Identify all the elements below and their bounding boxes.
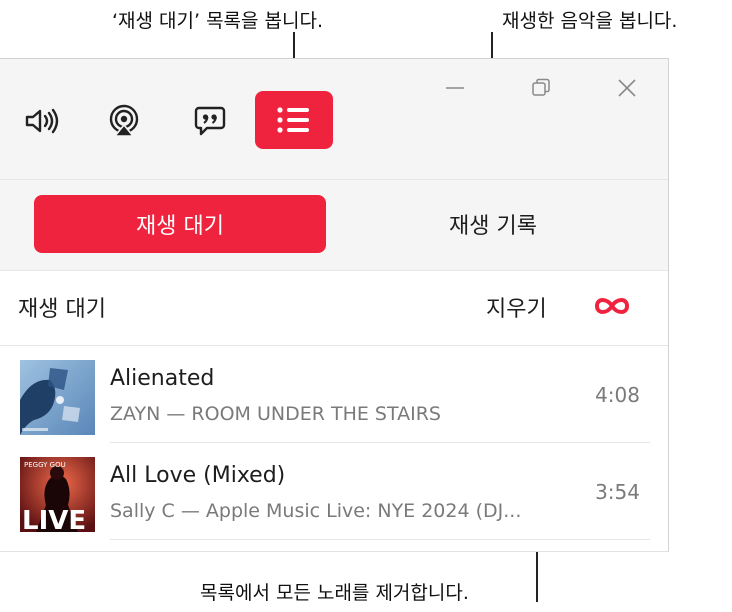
restore-button[interactable] (528, 77, 554, 103)
autoplay-button[interactable] (592, 291, 632, 321)
infinity-icon (592, 298, 632, 325)
callout-clear: 목록에서 모든 노래를 제거합니다. (200, 582, 469, 604)
close-icon (616, 77, 638, 103)
music-side-panel: 재생 대기 재생 기록 재생 대기 지우기 Alienated ZAYN — R… (0, 58, 669, 552)
track-duration: 4:08 (595, 383, 640, 407)
row-divider (110, 442, 650, 443)
track-title: All Love (Mixed) (110, 463, 286, 488)
track-subtitle: ZAYN — ROOM UNDER THE STAIRS (110, 403, 441, 425)
tab-queue[interactable]: 재생 대기 (34, 195, 326, 253)
close-button[interactable] (614, 77, 640, 103)
airplay-icon (107, 104, 141, 138)
minimize-button[interactable] (442, 77, 468, 103)
queue-header: 재생 대기 지우기 (0, 271, 668, 346)
clear-button[interactable]: 지우기 (486, 291, 547, 323)
list-item[interactable]: PEGGY GOU LIVE All Love (Mixed) Sally C … (0, 445, 668, 541)
callout-history: 재생한 음악을 봅니다. (502, 10, 678, 32)
queue-section-title: 재생 대기 (18, 297, 106, 322)
tab-history[interactable]: 재생 기록 (330, 195, 656, 253)
lyrics-icon (193, 104, 227, 138)
art-live-text: LIVE (22, 506, 86, 532)
queue-list-icon (275, 105, 313, 135)
segmented-control: 재생 대기 재생 기록 (0, 180, 668, 271)
volume-icon (23, 106, 63, 136)
volume-button[interactable] (20, 101, 66, 141)
track-duration: 3:54 (595, 480, 640, 504)
airplay-button[interactable] (104, 101, 144, 141)
callout-queue: ‘재생 대기’ 목록을 봅니다. (112, 10, 324, 32)
art-top-text: PEGGY GOU (24, 461, 66, 469)
album-art: PEGGY GOU LIVE (20, 457, 95, 532)
list-item[interactable]: Alienated ZAYN — ROOM UNDER THE STAIRS 4… (0, 348, 668, 444)
track-subtitle: Sally C — Apple Music Live: NYE 2024 (DJ… (110, 500, 522, 522)
track-title: Alienated (110, 366, 215, 391)
toolbar (0, 59, 668, 180)
lyrics-button[interactable] (190, 101, 230, 141)
row-divider (110, 539, 650, 540)
album-art (20, 360, 95, 435)
minimize-icon (444, 77, 466, 103)
restore-icon (530, 77, 552, 103)
queue-button[interactable] (255, 91, 333, 149)
